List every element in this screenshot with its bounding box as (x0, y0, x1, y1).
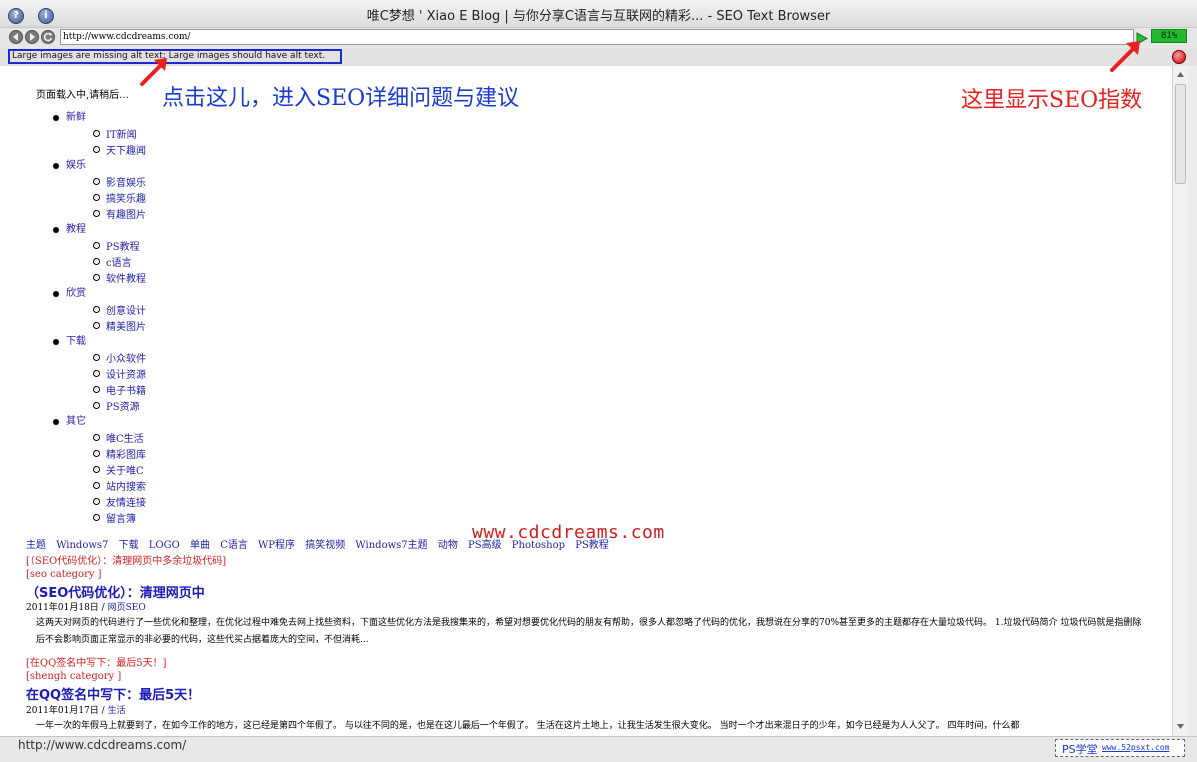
nav-item[interactable]: IT新闻 (93, 126, 146, 142)
nav-item[interactable]: 关于唯C (93, 462, 146, 478)
tag-link[interactable]: 搞笑视频 (305, 540, 345, 551)
window-title: 唯C梦想 ' Xiao E Blog | 与你分享C语言与互联网的精彩... -… (366, 9, 831, 24)
forward-arrow-icon (30, 33, 35, 41)
meta-separator: / (98, 706, 108, 716)
logo-text: PS学堂 (1062, 743, 1098, 756)
nav-category[interactable]: 下载 (53, 334, 146, 350)
tag-link[interactable]: 下载 (119, 540, 139, 551)
nav-item[interactable]: 站内搜索 (93, 478, 146, 494)
toolbar: http://www.cdcdreams.com/ 81% (0, 28, 1197, 48)
annotation-click-here: 点击这儿，进入SEO详细问题与建议 (162, 86, 520, 111)
tag-link[interactable]: 动物 (438, 540, 458, 551)
tag-link[interactable]: WP程序 (258, 540, 295, 551)
nav-category[interactable]: 欣赏 (53, 286, 146, 302)
nav-item[interactable]: 电子书籍 (93, 382, 146, 398)
post-excerpt: 这两天对网页的代码进行了一些优化和整理，在优化过程中难免去网上找些资料，下面这些… (36, 618, 1142, 645)
forward-button[interactable] (25, 30, 39, 44)
tag-link[interactable]: 单曲 (190, 540, 210, 551)
tag-link[interactable]: Windows7 (56, 540, 108, 551)
nav-item[interactable]: c语言 (93, 254, 146, 270)
nav-item[interactable]: 小众软件 (93, 350, 146, 366)
tag-link[interactable]: Windows7主题 (355, 540, 427, 551)
post-meta: 2011年01月18日 / 网页SEO (26, 600, 146, 613)
stop-icon[interactable] (1172, 50, 1186, 64)
page-content: 页面载入中,请稍后... 新鲜 IT新闻 天下趣闻 娱乐 影音娱乐 搞笑乐趣 有… (0, 66, 1172, 736)
scroll-thumb[interactable] (1175, 84, 1186, 184)
site-logo: PS学堂 www.52psxt.com (1055, 739, 1185, 757)
nav-menu: 新鲜 IT新闻 天下趣闻 娱乐 影音娱乐 搞笑乐趣 有趣图片 教程 PS教程 c… (53, 110, 146, 526)
tag-link[interactable]: LOGO (149, 540, 180, 551)
seo-score: 81% (1151, 29, 1187, 43)
post-title[interactable]: （SEO代码优化）：清理网页中 (26, 582, 205, 601)
nav-item[interactable]: 有趣图片 (93, 206, 146, 222)
nav-item[interactable]: 创意设计 (93, 302, 146, 318)
nav-category[interactable]: 其它 (53, 414, 146, 430)
post-category[interactable]: 网页SEO (108, 603, 146, 613)
nav-item[interactable]: 友情连接 (93, 494, 146, 510)
post-date: 2011年01月18日 (26, 603, 99, 613)
post-category-tag[interactable]: [shengh category ] (26, 671, 121, 682)
nav-item[interactable]: 留言簿 (93, 510, 146, 526)
post-category[interactable]: 生活 (108, 706, 126, 716)
tag-link[interactable]: C语言 (220, 540, 248, 551)
back-button[interactable] (9, 30, 23, 44)
back-arrow-icon (13, 33, 18, 41)
title-bar: ? i 唯C梦想 ' Xiao E Blog | 与你分享C语言与互联网的精彩.… (0, 0, 1197, 28)
scroll-up-icon (1177, 72, 1184, 77)
tag-link[interactable]: 主题 (26, 540, 46, 551)
nav-item[interactable]: 天下趣闻 (93, 142, 146, 158)
issue-bar: Large images are missing alt text; Large… (0, 48, 1197, 66)
nav-item[interactable]: 软件教程 (93, 270, 146, 286)
reload-icon (43, 32, 53, 42)
post-link[interactable]: [在QQ签名中写下：最后5天！] (26, 654, 167, 669)
nav-category[interactable]: 娱乐 (53, 158, 146, 174)
annotation-seo-score: 这里显示SEO指数 (961, 88, 1143, 113)
nav-item[interactable]: 唯C生活 (93, 430, 146, 446)
nav-item[interactable]: PS资源 (93, 398, 146, 414)
loading-text: 页面载入中,请稍后... (36, 90, 129, 101)
scroll-down-icon (1177, 724, 1184, 729)
logo-url: www.52psxt.com (1102, 743, 1170, 752)
url-input[interactable]: http://www.cdcdreams.com/ (60, 29, 1134, 45)
nav-item[interactable]: 精彩图库 (93, 446, 146, 462)
arrow-icon (1110, 41, 1140, 72)
meta-separator: / (98, 603, 108, 613)
post-category-tag[interactable]: [seo category ] (26, 569, 102, 580)
nav-category[interactable]: 新鲜 (53, 110, 146, 126)
nav-item[interactable]: 精美图片 (93, 318, 146, 334)
vertical-scrollbar[interactable] (1172, 66, 1188, 736)
post-date: 2011年01月17日 (26, 706, 99, 716)
nav-category[interactable]: 教程 (53, 222, 146, 238)
status-bar: http://www.cdcdreams.com/ PS学堂 www.52psx… (0, 736, 1197, 762)
post-link[interactable]: [（SEO代码优化）：清理网页中多余垃圾代码] (26, 552, 226, 567)
status-url: http://www.cdcdreams.com/ (18, 738, 187, 752)
nav-item[interactable]: 搞笑乐趣 (93, 190, 146, 206)
post-excerpt: 一年一次的年假马上就要到了，在如今工作的地方，这已经是第四个年假了。 与以往不同… (36, 721, 1020, 731)
seo-issue-link[interactable]: Large images are missing alt text; Large… (8, 49, 342, 64)
reload-button[interactable] (41, 30, 55, 44)
nav-item[interactable]: PS教程 (93, 238, 146, 254)
watermark-text: www.cdcdreams.com (472, 522, 665, 543)
nav-item[interactable]: 设计资源 (93, 366, 146, 382)
nav-item[interactable]: 影音娱乐 (93, 174, 146, 190)
post-meta: 2011年01月17日 / 生活 (26, 703, 126, 716)
post-title[interactable]: 在QQ签名中写下：最后5天！ (26, 684, 200, 703)
